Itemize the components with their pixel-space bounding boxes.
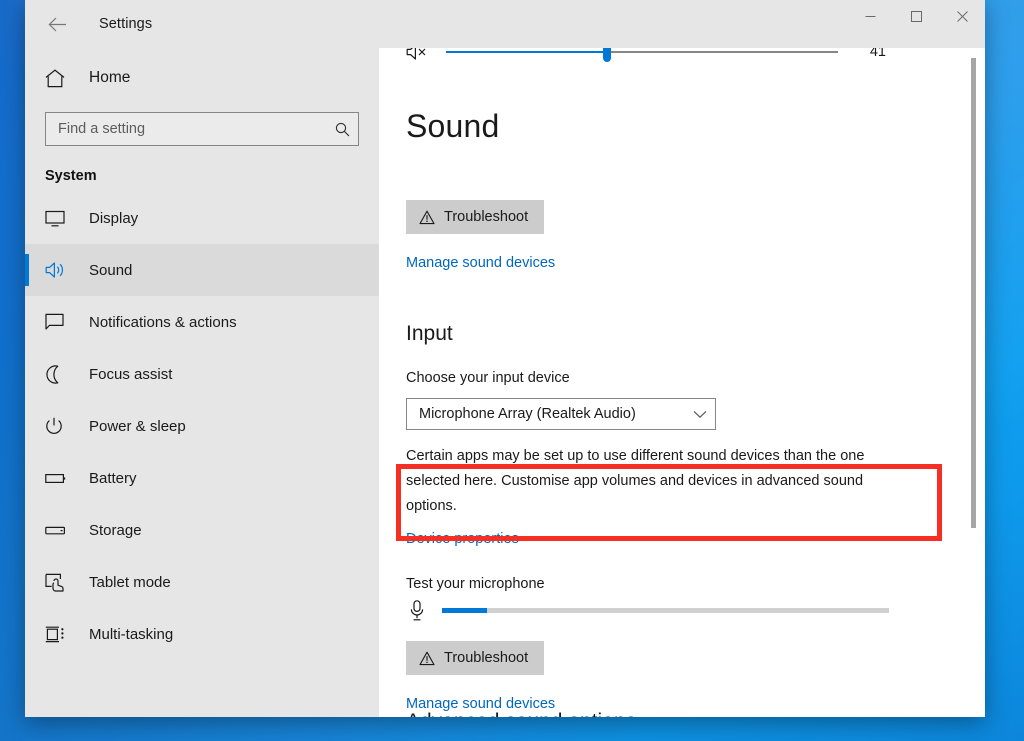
- selection-indicator: [25, 566, 29, 598]
- microphone-icon: [406, 600, 428, 621]
- selection-indicator: [25, 306, 29, 338]
- battery-icon: [45, 472, 79, 485]
- input-device-dropdown[interactable]: Microphone Array (Realtek Audio): [406, 398, 716, 430]
- microphone-level-fill: [442, 608, 487, 613]
- chevron-down-icon: [693, 410, 707, 419]
- sidebar-item-label: Multi-tasking: [89, 626, 173, 643]
- home-icon: [45, 69, 79, 88]
- settings-window: Settings: [25, 0, 985, 717]
- sidebar-item-label: Tablet mode: [89, 574, 171, 591]
- selection-indicator: [25, 514, 29, 546]
- power-icon: [45, 417, 79, 435]
- sidebar-item-display[interactable]: Display: [25, 192, 379, 244]
- sidebar: Home System: [25, 48, 379, 717]
- sidebar-item-home[interactable]: Home: [25, 58, 379, 98]
- sidebar-item-notifications-and-actions[interactable]: Notifications & actions: [25, 296, 379, 348]
- content-scrollbar[interactable]: [970, 58, 977, 707]
- test-microphone-label: Test your microphone: [406, 575, 545, 593]
- choose-input-device-label: Choose your input device: [406, 370, 570, 386]
- tablet-hand-icon: [45, 573, 79, 592]
- slider-fill: [446, 51, 607, 53]
- sidebar-item-label: Focus assist: [89, 366, 172, 383]
- window-titlebar: Settings: [25, 0, 985, 48]
- search-box[interactable]: [45, 112, 359, 146]
- input-troubleshoot-label: Troubleshoot: [444, 650, 528, 666]
- content-scroll-area: Troubleshoot Manage sound devices Input …: [379, 148, 985, 717]
- output-manage-sound-devices-link[interactable]: Manage sound devices: [406, 255, 555, 271]
- warning-triangle-icon: [419, 210, 435, 225]
- sidebar-item-battery[interactable]: Battery: [25, 452, 379, 504]
- volume-slider[interactable]: [446, 48, 838, 67]
- output-troubleshoot-label: Troubleshoot: [444, 209, 528, 225]
- search-icon: [331, 122, 350, 137]
- speaker-muted-icon: [406, 48, 432, 61]
- sidebar-item-label: Storage: [89, 522, 142, 539]
- close-button[interactable]: [939, 0, 985, 32]
- output-troubleshoot-button[interactable]: Troubleshoot: [406, 200, 544, 234]
- sidebar-item-label: Notifications & actions: [89, 314, 237, 331]
- sidebar-item-label: Battery: [89, 470, 137, 487]
- settings-content-pane: 41 Sound: [379, 48, 985, 717]
- window-controls: [847, 0, 985, 48]
- highlight-annotation-box: [396, 464, 942, 541]
- input-section-heading: Input: [406, 322, 453, 346]
- sidebar-item-label: Sound: [89, 262, 132, 279]
- selection-indicator: [25, 410, 29, 442]
- sidebar-item-tablet-mode[interactable]: Tablet mode: [25, 556, 379, 608]
- sidebar-item-label: Power & sleep: [89, 418, 186, 435]
- slider-thumb[interactable]: [603, 48, 611, 62]
- sidebar-item-power-and-sleep[interactable]: Power & sleep: [25, 400, 379, 452]
- sidebar-item-focus-assist[interactable]: Focus assist: [25, 348, 379, 400]
- maximize-button[interactable]: [893, 0, 939, 32]
- moon-icon: [45, 365, 79, 384]
- scrollbar-thumb[interactable]: [971, 58, 976, 528]
- advanced-sound-options-heading: Advanced sound options: [406, 710, 636, 717]
- window-body: Home System: [25, 48, 985, 717]
- warning-triangle-icon: [419, 651, 435, 666]
- volume-value: 41: [852, 48, 886, 60]
- drive-icon: [45, 524, 79, 537]
- microphone-level-bar: [442, 608, 889, 613]
- input-device-value: Microphone Array (Realtek Audio): [419, 406, 693, 422]
- selection-indicator: [25, 202, 29, 234]
- search-input[interactable]: [58, 121, 331, 137]
- page-title: Sound: [406, 106, 510, 146]
- output-volume-slider-row: 41: [406, 48, 886, 72]
- multitasking-icon: [45, 626, 79, 643]
- sidebar-item-storage[interactable]: Storage: [25, 504, 379, 556]
- monitor-icon: [45, 210, 79, 227]
- speaker-icon: [45, 261, 79, 279]
- back-arrow-icon[interactable]: [39, 8, 75, 40]
- input-troubleshoot-button[interactable]: Troubleshoot: [406, 641, 544, 675]
- selection-indicator: [25, 462, 29, 494]
- sidebar-item-multi-tasking[interactable]: Multi-tasking: [25, 608, 379, 660]
- selection-indicator: [25, 254, 29, 286]
- test-microphone-text: Test your microphone: [406, 576, 545, 592]
- sidebar-section-label: System: [25, 146, 379, 192]
- window-title: Settings: [99, 16, 152, 32]
- sidebar-home-label: Home: [89, 69, 130, 87]
- chat-bubble-icon: [45, 313, 79, 331]
- selection-indicator: [25, 358, 29, 390]
- selection-indicator: [25, 618, 29, 650]
- microphone-level-row: [406, 600, 889, 621]
- titlebar-left-group: Settings: [25, 0, 847, 48]
- minimize-button[interactable]: [847, 0, 893, 32]
- sidebar-item-label: Display: [89, 210, 138, 227]
- sidebar-item-sound[interactable]: Sound: [25, 244, 379, 296]
- desktop-background: Settings: [0, 0, 1024, 741]
